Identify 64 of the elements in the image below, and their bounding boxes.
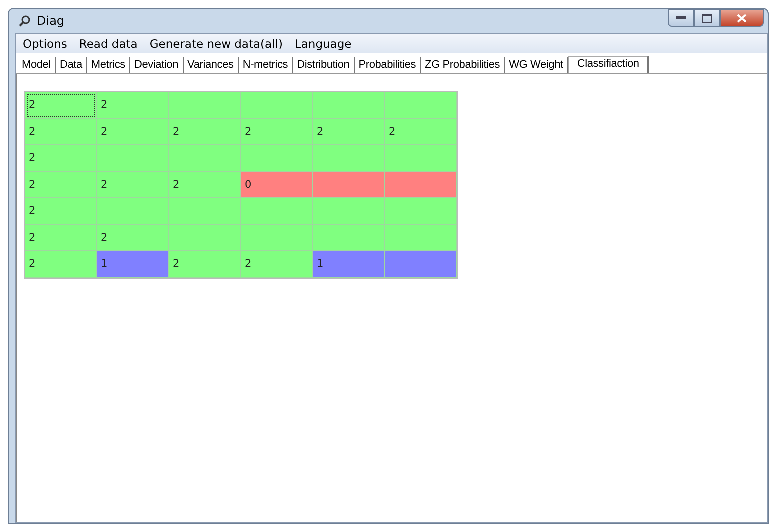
grid-cell[interactable]: [385, 172, 457, 198]
grid-cell[interactable]: [385, 145, 457, 172]
grid-cell[interactable]: 0: [241, 172, 313, 198]
menu-item[interactable]: Options: [18, 36, 72, 52]
tab[interactable]: Probabilities: [354, 57, 422, 73]
grid-cell[interactable]: [169, 224, 241, 251]
tab[interactable]: Metrics: [87, 57, 130, 73]
grid-cell[interactable]: 1: [97, 251, 169, 278]
window-title: Diag: [37, 14, 65, 28]
grid-cell[interactable]: 2: [241, 118, 313, 145]
tab[interactable]: Variances: [184, 57, 239, 73]
grid-cell[interactable]: 2: [25, 118, 97, 145]
grid-cell[interactable]: [241, 92, 313, 118]
grid-cell[interactable]: [313, 92, 385, 118]
grid-cell[interactable]: 2: [25, 172, 97, 198]
tab[interactable]: Classifiaction: [568, 56, 650, 73]
grid-cell[interactable]: 2: [97, 172, 169, 198]
grid-cell[interactable]: [385, 224, 457, 251]
grid-cell[interactable]: 2: [25, 251, 97, 278]
tab[interactable]: Data: [56, 57, 88, 73]
grid-cell[interactable]: [169, 145, 241, 172]
grid-cell[interactable]: 2: [97, 118, 169, 145]
grid-cell[interactable]: [241, 198, 313, 224]
grid-cell[interactable]: 2: [97, 224, 169, 251]
grid-cell[interactable]: 2: [313, 118, 385, 145]
minimize-button[interactable]: [668, 9, 694, 27]
grid-cell[interactable]: [313, 198, 385, 224]
grid-cell[interactable]: 2: [169, 118, 241, 145]
grid-cell[interactable]: 1: [313, 251, 385, 278]
close-icon: [737, 14, 747, 22]
minimize-icon: [676, 16, 686, 20]
grid-cell[interactable]: 2: [25, 92, 97, 118]
maximize-icon: [702, 14, 712, 22]
grid-cell[interactable]: 2: [25, 145, 97, 172]
tab[interactable]: Deviation: [130, 57, 184, 73]
grid-cell[interactable]: [385, 251, 457, 278]
grid-cell[interactable]: 2: [25, 224, 97, 251]
menu-item[interactable]: Generate new data(all): [144, 36, 288, 52]
close-button[interactable]: [720, 9, 764, 27]
grid-cell[interactable]: [169, 92, 241, 118]
grid-cell[interactable]: 2: [385, 118, 457, 145]
grid-cell[interactable]: 2: [169, 251, 241, 278]
magnifier-icon: [19, 15, 31, 27]
grid-cell[interactable]: 2: [97, 92, 169, 118]
grid-cell[interactable]: [385, 198, 457, 224]
grid-cell[interactable]: [313, 172, 385, 198]
grid-cell[interactable]: [313, 224, 385, 251]
menu-item[interactable]: Language: [290, 36, 357, 52]
tab[interactable]: N-metrics: [238, 57, 294, 73]
grid-cell[interactable]: 2: [169, 172, 241, 198]
grid-cell[interactable]: [97, 198, 169, 224]
grid-cell[interactable]: [241, 224, 313, 251]
grid-cell[interactable]: [97, 145, 169, 172]
tab[interactable]: Distribution: [293, 57, 355, 73]
tab[interactable]: Model: [18, 57, 56, 73]
grid-cell[interactable]: 2: [241, 251, 313, 278]
grid-cell[interactable]: [313, 145, 385, 172]
maximize-button[interactable]: [694, 9, 720, 27]
tab[interactable]: ZG Probabilities: [421, 57, 506, 73]
grid-cell[interactable]: 2: [25, 198, 97, 224]
grid-cell[interactable]: [169, 198, 241, 224]
grid-cell[interactable]: [241, 145, 313, 172]
grid-cell[interactable]: [385, 92, 457, 118]
menu-item[interactable]: Read data: [74, 36, 143, 52]
